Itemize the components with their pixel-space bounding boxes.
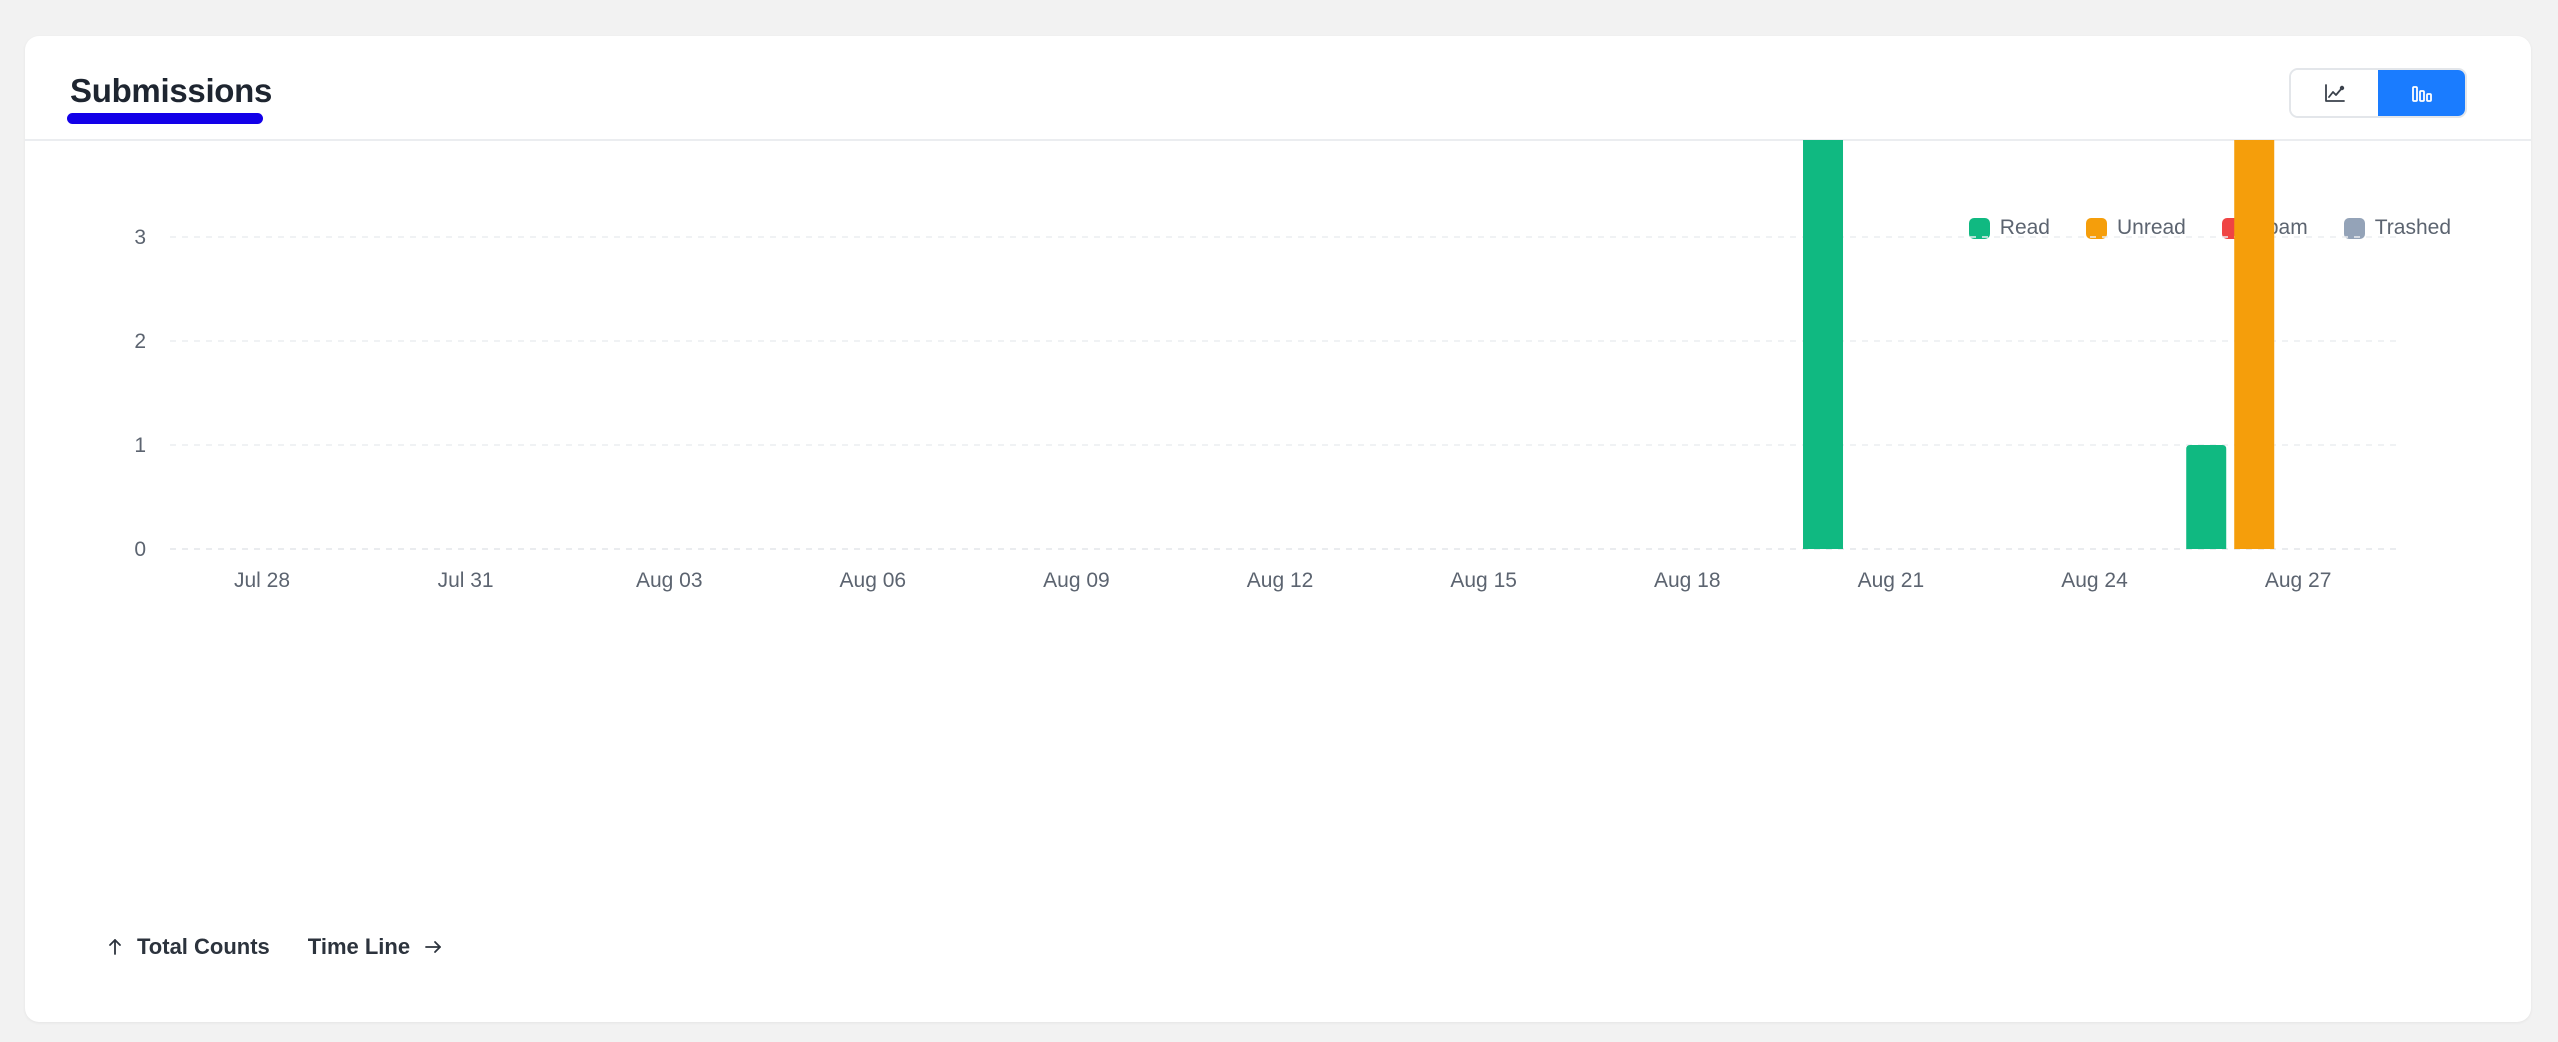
page-title: Submissions (70, 72, 273, 109)
timeline-link[interactable]: Time Line (308, 934, 442, 960)
x-tick-label: Jul 28 (234, 569, 290, 592)
line-chart-icon (2324, 84, 2345, 102)
total-counts-label: Total Counts (137, 934, 270, 959)
y-tick-label: 0 (134, 538, 146, 561)
x-tick-label: Aug 24 (2061, 569, 2128, 592)
arrow-right-icon (425, 941, 441, 953)
line-chart-button[interactable] (2291, 70, 2378, 116)
total-counts-link[interactable]: Total Counts (107, 934, 270, 960)
x-tick-label: Aug 12 (1247, 569, 1314, 592)
y-tick-label: 4 (134, 140, 146, 145)
bar-read (2186, 445, 2227, 549)
bar-chart-icon (2411, 86, 2432, 102)
chart-view-toggle (2289, 68, 2467, 118)
card-header: Submissions (25, 36, 2531, 141)
x-tick-label: Aug 06 (840, 569, 907, 592)
x-tick-label: Aug 03 (636, 569, 703, 592)
bar-read (1803, 140, 1844, 549)
submissions-card: Submissions Read Unread Spam Trashed 0 1… (25, 36, 2531, 1022)
bar-chart-button[interactable] (2378, 70, 2465, 116)
x-tick-label: Aug 09 (1043, 569, 1110, 592)
bar-chart: 012345Jul 28Jul 31Aug 03Aug 06Aug 09Aug … (134, 140, 2396, 592)
y-tick-label: 1 (134, 434, 146, 457)
timeline-label: Time Line (307, 934, 411, 959)
bar-unread (2234, 140, 2275, 549)
y-tick-label: 3 (134, 226, 146, 249)
footer-links: Total Counts Time Line (107, 934, 442, 960)
y-tick-label: 2 (134, 330, 146, 353)
x-tick-label: Aug 27 (2265, 569, 2332, 592)
arrow-up-icon (109, 939, 121, 955)
x-tick-label: Aug 15 (1450, 569, 1517, 592)
chart-area: Read Unread Spam Trashed 012345Jul 28Jul… (25, 140, 2531, 740)
x-tick-label: Jul 31 (438, 569, 494, 592)
x-tick-label: Aug 21 (1858, 569, 1925, 592)
x-tick-label: Aug 18 (1654, 569, 1721, 592)
title-underline (67, 113, 263, 124)
